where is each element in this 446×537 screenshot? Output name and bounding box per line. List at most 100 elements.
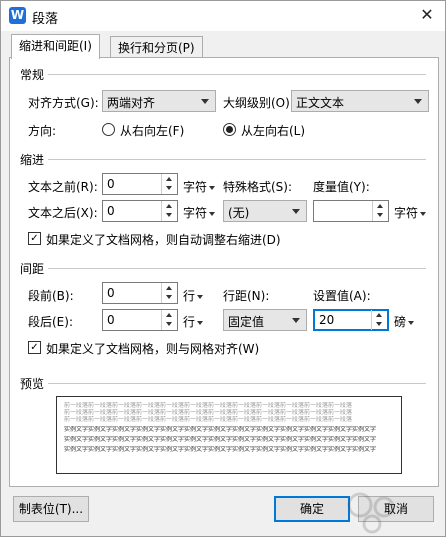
preview-sample-line: 实例文字实例文字实例文字实例文字实例文字实例文字实例文字实例文字实例文字实例文字… [64,436,377,443]
alignment-select[interactable]: 两端对齐 [102,90,216,112]
measure-label: 度量值(Y): [313,180,370,194]
preview-heading: 预览 [20,377,45,391]
preview-prev-line: 前一段落前一段落前一段落前一段落前一段落前一段落前一段落前一段落前一段落前一段落… [64,409,353,416]
divider [48,159,426,160]
arrow-down-icon [166,322,172,326]
watermark-logo [347,492,395,534]
snap-grid-checkbox[interactable]: ✓ [28,341,41,354]
measure-unit[interactable]: 字符 [394,204,427,221]
indent-before-label: 文本之前(R): [28,180,98,194]
chevron-down-icon [201,99,209,104]
spacing-before-label: 段前(B): [28,289,74,303]
tab-panel: 常规 对齐方式(G): 两端对齐 大纲级别(O): 正文文本 方向: 从右向左(… [9,57,439,487]
arrow-down-icon [376,322,382,326]
spin-buttons[interactable] [161,174,177,194]
auto-adjust-checkbox[interactable]: ✓ [28,232,41,245]
caret-down-icon [209,185,216,190]
outline-label: 大纲级别(O): [223,96,294,110]
spacing-after-unit[interactable]: 行 [183,313,204,330]
indent-before-unit[interactable]: 字符 [183,178,216,195]
alignment-value: 两端对齐 [107,96,156,110]
arrow-up-icon [376,313,382,317]
divider [48,268,426,269]
outline-level-select[interactable]: 正文文本 [291,90,429,112]
unit-text: 磅 [394,315,407,329]
special-format-value: (无) [228,206,250,220]
general-heading: 常规 [20,68,45,82]
indent-heading: 缩进 [20,153,45,167]
setting-value-unit[interactable]: 磅 [394,313,415,330]
snap-grid-label: 如果定义了文档网格，则与网格对齐(W) [46,342,260,356]
rtl-radio[interactable] [102,123,115,136]
alignment-label: 对齐方式(G): [28,96,99,110]
title-bar: W 段落 ✕ [1,1,445,31]
outline-value: 正文文本 [296,96,345,110]
spin-buttons[interactable] [161,201,177,221]
preview-sample-line: 实例文字实例文字实例文字实例文字实例文字实例文字实例文字实例文字实例文字实例文字… [64,446,377,453]
line-spacing-label: 行距(N): [223,289,270,303]
arrow-up-icon [166,204,172,208]
spacing-before-unit[interactable]: 行 [183,287,204,304]
spacing-after-spinner[interactable]: 0 [102,309,178,331]
indent-before-spinner[interactable]: 0 [102,173,178,195]
caret-down-icon [197,294,204,299]
divider [48,74,426,75]
setting-value-spinner[interactable]: 20 [313,309,389,331]
line-spacing-value: 固定值 [228,315,265,329]
chevron-down-icon [292,318,300,323]
arrow-down-icon [377,213,383,217]
line-spacing-select[interactable]: 固定值 [223,309,307,331]
arrow-up-icon [377,204,383,208]
wps-writer-icon: W [9,7,26,24]
arrow-up-icon [166,286,172,290]
tab-line-page-breaks[interactable]: 换行和分页(P) [110,36,203,59]
button-label: 制表位(T)... [18,502,84,516]
spacing-before-value: 0 [107,286,115,300]
preview-sample-line: 实例文字实例文字实例文字实例文字实例文字实例文字实例文字实例文字实例文字实例文字… [64,426,377,433]
spacing-after-label: 段后(E): [28,315,73,329]
chevron-down-icon [414,99,422,104]
preview-prev-line: 前一段落前一段落前一段落前一段落前一段落前一段落前一段落前一段落前一段落前一段落… [64,416,353,423]
indent-before-value: 0 [107,177,115,191]
caret-down-icon [408,320,415,325]
special-format-label: 特殊格式(S): [223,180,293,194]
indent-after-spinner[interactable]: 0 [102,200,178,222]
auto-adjust-label: 如果定义了文档网格，则自动调整右缩进(D) [46,233,281,247]
unit-text: 字符 [183,180,208,194]
caret-down-icon [209,211,216,216]
spacing-heading: 间距 [20,262,45,276]
arrow-down-icon [166,186,172,190]
spin-buttons[interactable] [161,310,177,330]
arrow-up-icon [166,177,172,181]
spin-buttons[interactable] [161,283,177,303]
measure-spinner[interactable] [313,200,389,222]
ok-button[interactable]: 确定 [274,496,350,522]
tab-stops-button[interactable]: 制表位(T)... [13,496,89,522]
direction-label: 方向: [28,124,57,138]
tab-label: 缩进和间距(I) [19,39,92,53]
setting-value: 20 [319,313,335,327]
indent-after-label: 文本之后(X): [28,206,98,220]
button-label: 确定 [299,502,324,516]
ltr-radio[interactable] [223,123,236,136]
setting-value-label: 设置值(A): [313,289,371,303]
arrow-down-icon [166,295,172,299]
close-icon[interactable]: ✕ [415,4,439,26]
spin-buttons[interactable] [372,201,388,221]
paragraph-dialog: W 段落 ✕ 缩进和间距(I) 换行和分页(P) 常规 对齐方式(G): 两端对… [0,0,446,537]
arrow-up-icon [166,313,172,317]
indent-after-unit[interactable]: 字符 [183,204,216,221]
arrow-down-icon [166,213,172,217]
spin-buttons[interactable] [371,310,387,330]
caret-down-icon [420,211,427,216]
preview-box: 前一段落前一段落前一段落前一段落前一段落前一段落前一段落前一段落前一段落前一段落… [56,396,402,474]
dialog-title: 段落 [32,12,59,27]
special-format-select[interactable]: (无) [223,200,307,222]
tab-indent-spacing[interactable]: 缩进和间距(I) [11,34,100,59]
divider [48,383,426,384]
unit-text: 字符 [394,206,419,220]
tab-label: 换行和分页(P) [118,41,195,55]
unit-text: 行 [183,315,196,329]
rtl-label: 从右向左(F) [120,124,185,138]
spacing-before-spinner[interactable]: 0 [102,282,178,304]
